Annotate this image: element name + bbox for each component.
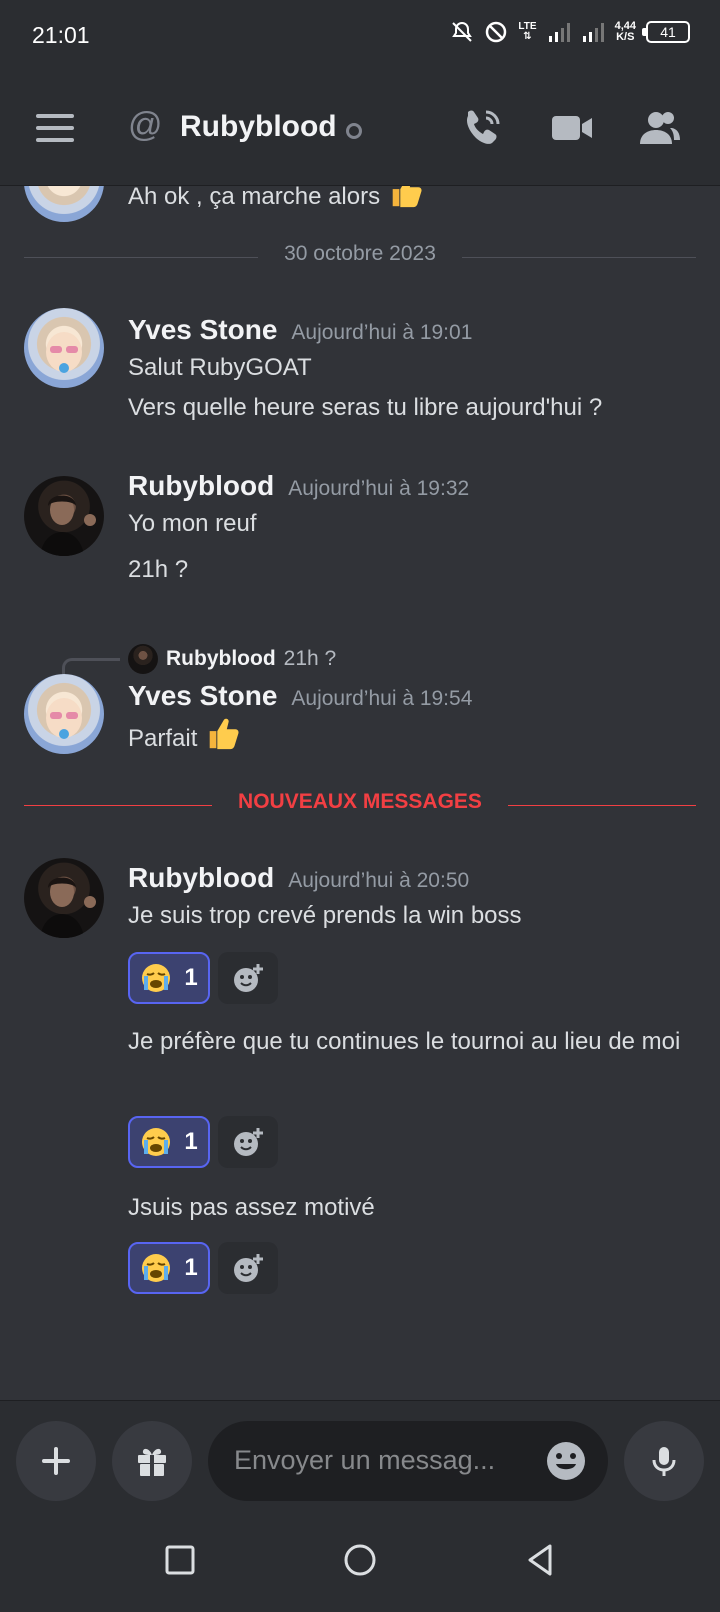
offline-status-icon — [346, 123, 362, 139]
reply-author: Rubyblood — [166, 647, 276, 670]
thumbs-up-icon — [392, 186, 422, 208]
message-author[interactable]: Yves Stone Aujourd’hui à 19:54 — [128, 680, 472, 712]
signal-icon-1 — [548, 23, 570, 42]
avatar[interactable] — [24, 858, 104, 938]
message-content: Je suis trop crevé prends la win boss — [128, 902, 522, 929]
channel-header: @ Rubyblood — [0, 70, 720, 186]
attach-button[interactable] — [16, 1421, 96, 1501]
avatar-art — [46, 332, 82, 373]
reaction-button[interactable]: 1 — [128, 1116, 210, 1168]
status-icons: LTE ⇅ 4,44 K/S 41 — [450, 20, 690, 44]
gift-icon — [138, 1448, 166, 1476]
reaction-count: 1 — [184, 1254, 198, 1281]
status-bar: 21:01 LTE ⇅ 4,44 K/S 41 — [0, 0, 720, 70]
voice-call-icon[interactable] — [460, 106, 504, 150]
avatar[interactable] — [24, 476, 104, 556]
reaction-count: 1 — [184, 1128, 198, 1155]
add-reaction-button[interactable] — [218, 1116, 278, 1168]
message-timestamp: Aujourd’hui à 19:32 — [288, 477, 470, 500]
recent-apps-icon[interactable] — [160, 1540, 200, 1580]
plus-icon — [42, 1447, 70, 1475]
do-not-disturb-icon — [486, 21, 507, 43]
add-reaction-button[interactable] — [218, 952, 278, 1004]
message-content: Jsuis pas assez motivé — [128, 1194, 375, 1221]
date-divider: 30 octobre 2023 — [24, 242, 696, 272]
message-timestamp: Aujourd’hui à 20:50 — [288, 869, 470, 892]
avatar[interactable] — [24, 186, 104, 222]
reply-text: 21h ? — [283, 647, 337, 670]
reply-preview[interactable]: Rubyblood 21h ? — [128, 644, 336, 674]
message-content: Yo mon reuf 21h ? — [128, 510, 257, 583]
reaction-button[interactable]: 1 — [128, 1242, 210, 1294]
channel-title[interactable]: Rubyblood — [180, 110, 337, 144]
add-reaction-button[interactable] — [218, 1242, 278, 1294]
reaction-count: 1 — [184, 964, 198, 991]
avatar-art — [40, 495, 96, 556]
avatar-art — [46, 698, 82, 739]
voice-message-button[interactable] — [624, 1421, 704, 1501]
loudly-crying-face-icon — [142, 1128, 171, 1156]
back-icon[interactable] — [520, 1540, 560, 1580]
avatar-art — [40, 877, 96, 938]
gift-button[interactable] — [112, 1421, 192, 1501]
add-reaction-icon — [234, 1128, 263, 1156]
loudly-crying-face-icon — [142, 964, 171, 992]
message-timestamp: Aujourd’hui à 19:01 — [291, 321, 473, 344]
thumbs-up-icon — [209, 718, 239, 750]
message-author[interactable]: Rubyblood Aujourd’hui à 19:32 — [128, 470, 469, 502]
message-content: Salut RubyGOAT Vers quelle heure seras t… — [128, 354, 603, 421]
video-call-icon[interactable] — [550, 106, 594, 150]
add-reaction-icon — [234, 1254, 263, 1282]
avatar[interactable] — [24, 674, 104, 754]
members-icon[interactable] — [638, 106, 682, 150]
signal-icon-2 — [582, 23, 604, 42]
message-content: Ah ok , ça marche alors — [128, 186, 688, 217]
battery-indicator: 41 — [642, 21, 690, 43]
loudly-crying-face-icon — [142, 1254, 171, 1282]
add-reaction-icon — [234, 964, 263, 992]
message-content: Je préfère que tu continues le tournoi a… — [128, 1028, 681, 1055]
network-speed: 4,44 K/S — [614, 20, 636, 43]
message-author[interactable]: Rubyblood Aujourd’hui à 20:50 — [128, 862, 469, 894]
new-messages-divider: NOUVEAUX MESSAGES — [24, 790, 696, 820]
message-input[interactable]: Envoyer un messag... — [208, 1421, 608, 1501]
message-input-placeholder: Envoyer un messag... — [234, 1445, 496, 1475]
dm-at-icon: @ — [128, 106, 163, 144]
message-content: Parfait — [128, 714, 688, 759]
message-composer: Envoyer un messag... — [0, 1400, 720, 1510]
home-icon[interactable] — [340, 1540, 380, 1580]
emoji-picker-icon[interactable] — [544, 1439, 588, 1483]
lte-indicator: LTE ⇅ — [518, 21, 537, 42]
avatar[interactable] — [24, 308, 104, 388]
message-author[interactable]: Yves Stone Aujourd’hui à 19:01 — [128, 314, 472, 346]
message-list[interactable]: Ah ok , ça marche alors 30 octobre 2023 … — [0, 186, 720, 1400]
reaction-button[interactable]: 1 — [128, 952, 210, 1004]
reply-avatar — [128, 644, 158, 674]
notifications-off-icon — [452, 21, 473, 42]
microphone-icon — [652, 1447, 676, 1476]
clock: 21:01 — [32, 22, 90, 48]
system-nav-bar — [0, 1510, 720, 1612]
message-timestamp: Aujourd’hui à 19:54 — [291, 687, 473, 710]
menu-icon[interactable] — [36, 114, 74, 142]
